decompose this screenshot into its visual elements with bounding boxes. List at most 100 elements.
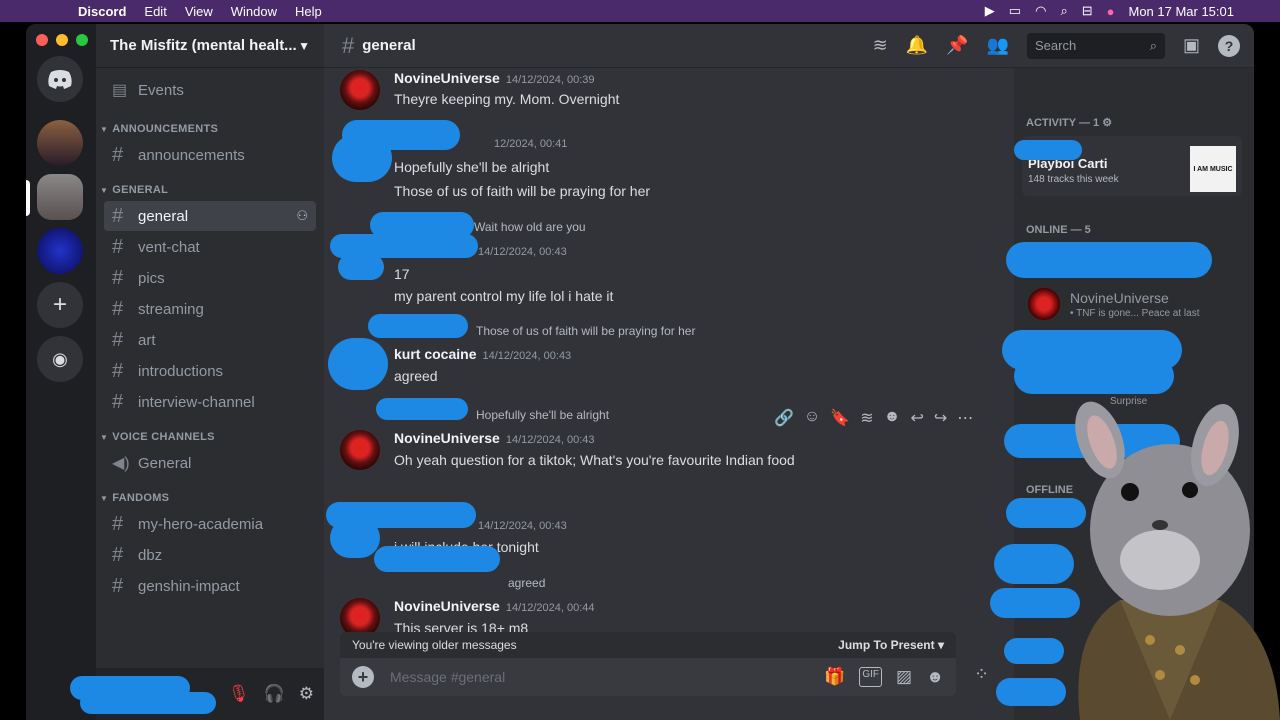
gift-icon[interactable]: 🎁 [824,667,845,687]
sticker-icon[interactable]: ▨ [896,667,912,687]
menu-window[interactable]: Window [231,4,277,19]
battery-icon[interactable]: ▭ [1009,3,1021,19]
speaker-icon: ◀) [112,455,130,472]
threads-icon[interactable]: ≋ [873,35,888,56]
channel-pics[interactable]: # pics [104,263,316,293]
hash-icon: # [112,297,124,320]
clock[interactable]: Mon 17 Mar 15:01 [1128,4,1234,19]
reply-preview[interactable]: Wait how old are you [474,220,586,234]
emoji-picker-icon[interactable]: ☻ [926,667,944,687]
settings-gear-icon[interactable]: ⚙ [299,684,314,704]
message-text: Hopefully she'll be alright [394,159,550,175]
channel-my-hero-academia[interactable]: # my-hero-academia [104,509,316,539]
member-name[interactable]: NovineUniverse [1070,290,1169,306]
copy-link-icon[interactable]: 🔗 [774,408,794,428]
gif-icon[interactable]: GIF [859,667,883,687]
channel-label: interview-channel [138,393,255,411]
channel-vent-chat[interactable]: # vent-chat [104,232,316,262]
search-box[interactable]: Search ⌕ [1026,32,1165,59]
username[interactable]: kurt cocaine [394,346,476,362]
channel-streaming[interactable]: # streaming [104,294,316,324]
message-text: 17 [394,266,410,282]
channel-general[interactable]: # general ⚇ [104,201,316,231]
redaction-scribble [376,398,468,420]
channel-announcements[interactable]: # announcements [104,140,316,170]
siri-icon[interactable]: ● [1107,4,1115,19]
close-window-button[interactable] [36,34,48,46]
redaction-scribble [368,314,468,338]
add-reaction-icon[interactable]: ☺ [804,408,820,428]
avatar[interactable] [340,70,380,110]
forward-icon[interactable]: ↪ [934,408,947,428]
events-item[interactable]: ▤ Events [104,75,316,105]
member-list-icon[interactable]: 👥 [987,35,1009,56]
attach-plus-icon[interactable]: + [352,666,374,688]
spotlight-icon[interactable]: ⌕ [1060,3,1067,19]
zoom-window-button[interactable] [76,34,88,46]
server-icon-3[interactable] [37,228,83,274]
apps-icon[interactable]: ⁘ [974,664,989,685]
channel-art[interactable]: # art [104,325,316,355]
category-voice-channels[interactable]: ▼ VOICE CHANNELS [96,427,324,447]
play-status-icon[interactable]: ▶ [985,3,995,19]
add-server-button[interactable]: + [37,282,83,328]
headphones-icon[interactable]: 🎧 [264,684,285,704]
category-general[interactable]: ▼ GENERAL [96,180,324,200]
help-icon[interactable]: ? [1218,34,1240,57]
channel-dbz[interactable]: # dbz [104,540,316,570]
category-fandoms[interactable]: ▼ FANDOMS [96,488,324,508]
channel-introductions[interactable]: # introductions [104,356,316,386]
channel-interview-channel[interactable]: # interview-channel [104,387,316,417]
message-input[interactable] [390,669,825,685]
category-announcements[interactable]: ▼ ANNOUNCEMENTS [96,119,324,139]
notification-bell-icon[interactable]: 🔔 [906,35,928,56]
reply-preview[interactable]: Hopefully she'll be alright [476,408,609,422]
minimize-window-button[interactable] [56,34,68,46]
activity-sub: 148 tracks this week [1028,174,1119,185]
member-avatar[interactable] [1028,288,1060,320]
emoji-icon[interactable]: ☻ [884,408,901,428]
reply-preview[interactable]: Those of us of faith will be praying for… [476,324,695,338]
avatar[interactable] [340,430,380,470]
online-header: ONLINE — 5 [1026,224,1091,236]
server-icon-misfitz[interactable] [37,174,83,220]
control-center-icon[interactable]: ⊟ [1082,3,1093,19]
pin-icon[interactable]: 📌 [946,35,968,56]
message[interactable]: NovineUniverse 14/12/2024, 00:39 Theyre k… [340,70,1010,110]
channel-label: general [138,207,189,225]
server-icon-1[interactable] [37,120,83,166]
username[interactable]: NovineUniverse [394,430,500,446]
thread-icon[interactable]: ≋ [860,408,873,428]
mute-mic-icon[interactable]: 🎙 [228,684,250,704]
wifi-icon[interactable]: ◠ [1035,3,1046,19]
message[interactable]: agreed NovineUniverse 14/12/2024, 00:44 T… [340,576,1010,638]
menu-app-name[interactable]: Discord [78,4,126,19]
redaction-scribble [374,546,500,572]
voice-channel-general[interactable]: ◀) General [104,448,316,478]
timestamp: 14/12/2024, 00:44 [505,602,595,614]
menu-view[interactable]: View [185,4,213,19]
timestamp: 14/12/2024, 00:39 [505,74,595,86]
channel-label: my-hero-academia [138,515,264,533]
username[interactable]: NovineUniverse [394,598,500,614]
calendar-icon: ▤ [112,82,128,99]
reply-icon[interactable]: ↩ [910,408,923,428]
inbox-icon[interactable]: ▣ [1183,35,1200,56]
server-name-header[interactable]: The Misfitz (mental healt... ▼ [96,24,324,68]
bookmark-icon[interactable]: 🔖 [830,408,850,428]
direct-messages-button[interactable] [37,56,83,102]
redaction-scribble [80,692,216,714]
more-options-icon[interactable]: ⋯ [957,408,973,428]
menu-help[interactable]: Help [295,4,322,19]
reply-preview[interactable]: agreed [508,576,545,590]
jump-to-present-button[interactable]: Jump To Present ▾ [838,638,944,652]
category-label: ANNOUNCEMENTS [112,123,219,135]
redaction-scribble [1006,242,1212,278]
add-member-icon[interactable]: ⚇ [296,208,308,224]
redaction-scribble [1004,638,1064,664]
channel-genshin-impact[interactable]: # genshin-impact [104,571,316,601]
username[interactable]: NovineUniverse [394,70,500,86]
menu-edit[interactable]: Edit [144,4,166,19]
explore-compass-icon[interactable]: ◉ [37,336,83,382]
events-label: Events [138,81,184,99]
